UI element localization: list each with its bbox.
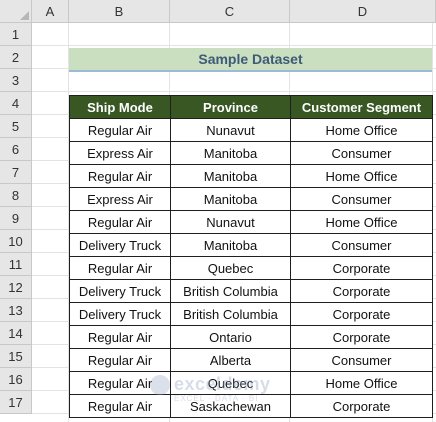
province-cell[interactable]: Manitoba [170, 233, 291, 257]
row-header-6[interactable]: 6 [0, 138, 32, 161]
row-header-13[interactable]: 13 [0, 299, 32, 322]
table-row: Delivery Truck British Columbia Corporate [69, 302, 433, 326]
row-header-16[interactable]: 16 [0, 368, 32, 391]
row-header-11[interactable]: 11 [0, 253, 32, 276]
customer-segment-cell[interactable]: Corporate [290, 256, 433, 280]
customer-segment-cell[interactable]: Corporate [290, 279, 433, 303]
customer-segment-cell[interactable]: Home Office [290, 164, 433, 188]
spreadsheet: A B C D 1 2 3 4 5 6 7 8 9 10 11 12 13 14 15 16 17 Sample… [0, 0, 436, 422]
ship-mode-cell[interactable]: Regular Air [69, 256, 171, 280]
ship-mode-cell[interactable]: Regular Air [69, 348, 171, 372]
ship-mode-cell[interactable]: Express Air [69, 141, 171, 165]
province-cell[interactable]: Ontario [170, 325, 291, 349]
grid-line [32, 45, 436, 46]
table-row: Regular Air Manitoba Home Office [69, 164, 433, 188]
province-cell[interactable]: Manitoba [170, 141, 291, 165]
customer-segment-cell[interactable]: Corporate [290, 325, 433, 349]
row-header-12[interactable]: 12 [0, 276, 32, 299]
header-ship-mode[interactable]: Ship Mode [69, 95, 171, 119]
column-header-c[interactable]: C [170, 0, 290, 23]
watermark-subtext: EXCEL · DATA · BI [174, 394, 259, 403]
ship-mode-cell[interactable]: Regular Air [69, 210, 171, 234]
table-row: Delivery Truck British Columbia Corporate [69, 279, 433, 303]
customer-segment-cell[interactable]: Consumer [290, 348, 433, 372]
province-cell[interactable]: Nunavut [170, 118, 291, 142]
header-customer-segment[interactable]: Customer Segment [290, 95, 433, 119]
ship-mode-cell[interactable]: Express Air [69, 187, 171, 211]
row-header-17[interactable]: 17 [0, 391, 32, 414]
ship-mode-cell[interactable]: Regular Air [69, 394, 171, 418]
watermark-logo-icon [150, 374, 170, 395]
province-cell[interactable]: Quebec [170, 256, 291, 280]
customer-segment-cell[interactable]: Consumer [290, 233, 433, 257]
data-table: Ship Mode Province Customer Segment Regu… [69, 95, 433, 418]
table-row: Regular Air Nunavut Home Office [69, 118, 433, 142]
customer-segment-cell[interactable]: Consumer [290, 141, 433, 165]
row-header-8[interactable]: 8 [0, 184, 32, 207]
table-row: Delivery Truck Manitoba Consumer [69, 233, 433, 257]
table-row: Regular Air Alberta Consumer [69, 348, 433, 372]
customer-segment-cell[interactable]: Home Office [290, 371, 433, 395]
table-row: Express Air Manitoba Consumer [69, 141, 433, 165]
customer-segment-cell[interactable]: Consumer [290, 187, 433, 211]
select-all-triangle-icon [20, 11, 29, 20]
row-header-3[interactable]: 3 [0, 69, 32, 92]
ship-mode-cell[interactable]: Delivery Truck [69, 279, 171, 303]
customer-segment-cell[interactable]: Corporate [290, 394, 433, 418]
header-province[interactable]: Province [170, 95, 291, 119]
select-all-corner[interactable] [0, 0, 32, 23]
ship-mode-cell[interactable]: Regular Air [69, 118, 171, 142]
row-header-4[interactable]: 4 [0, 92, 32, 115]
row-header-10[interactable]: 10 [0, 230, 32, 253]
ship-mode-cell[interactable]: Regular Air [69, 164, 171, 188]
customer-segment-cell[interactable]: Home Office [290, 118, 433, 142]
province-cell[interactable]: Nunavut [170, 210, 291, 234]
ship-mode-cell[interactable]: Delivery Truck [69, 233, 171, 257]
header-row: Ship Mode Province Customer Segment [69, 95, 433, 119]
row-header-1[interactable]: 1 [0, 23, 32, 46]
column-header-a[interactable]: A [32, 0, 69, 23]
row-header-14[interactable]: 14 [0, 322, 32, 345]
table-row: Express Air Manitoba Consumer [69, 187, 433, 211]
row-header-2[interactable]: 2 [0, 46, 32, 69]
table-row: Regular Air Nunavut Home Office [69, 210, 433, 234]
province-cell[interactable]: Alberta [170, 348, 291, 372]
ship-mode-cell[interactable]: Delivery Truck [69, 302, 171, 326]
watermark: exceldemy EXCEL · DATA · BI [150, 374, 271, 403]
customer-segment-cell[interactable]: Home Office [290, 210, 433, 234]
watermark-text: exceldemy [174, 374, 271, 394]
row-header-7[interactable]: 7 [0, 161, 32, 184]
column-header-b[interactable]: B [69, 0, 170, 23]
province-cell[interactable]: Manitoba [170, 187, 291, 211]
row-header-9[interactable]: 9 [0, 207, 32, 230]
table-row: Regular Air Ontario Corporate [69, 325, 433, 349]
ship-mode-cell[interactable]: Regular Air [69, 325, 171, 349]
table-row: Regular Air Quebec Corporate [69, 256, 433, 280]
customer-segment-cell[interactable]: Corporate [290, 302, 433, 326]
column-header-d[interactable]: D [290, 0, 436, 23]
row-header-15[interactable]: 15 [0, 345, 32, 368]
province-cell[interactable]: British Columbia [170, 279, 291, 303]
grid-line [32, 91, 436, 92]
province-cell[interactable]: British Columbia [170, 302, 291, 326]
row-header-5[interactable]: 5 [0, 115, 32, 138]
dataset-title[interactable]: Sample Dataset [69, 48, 432, 72]
province-cell[interactable]: Manitoba [170, 164, 291, 188]
